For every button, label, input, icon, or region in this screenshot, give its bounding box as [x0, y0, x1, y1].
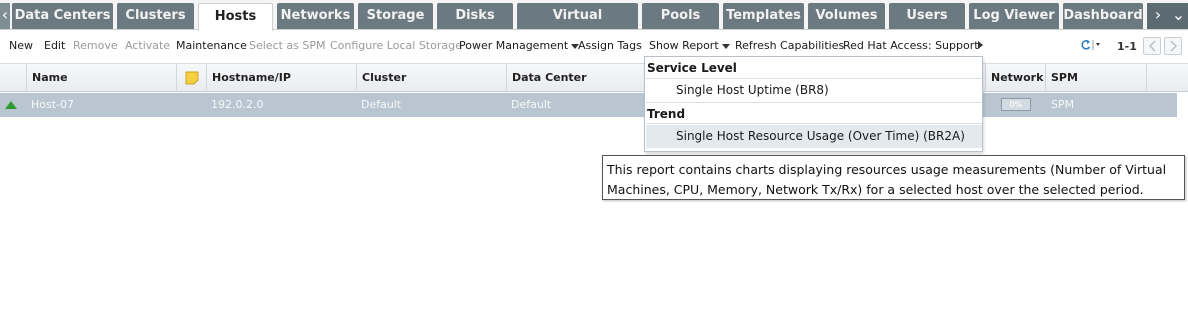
- tab-volumes[interactable]: Volumes: [808, 3, 885, 29]
- chevron-down-icon: [721, 43, 730, 49]
- tab-hosts[interactable]: Hosts: [198, 3, 273, 31]
- tab-clusters[interactable]: Clusters: [117, 3, 194, 29]
- show-report-dropdown: Service Level Single Host Uptime (BR8) T…: [644, 56, 983, 152]
- col-comment[interactable]: [176, 64, 206, 92]
- refresh-capabilities-button[interactable]: Refresh Capabilities: [735, 39, 844, 52]
- tab-virtual-machines[interactable]: Virtual Machines: [517, 3, 638, 49]
- col-hostname[interactable]: Hostname/IP: [206, 64, 356, 92]
- pager-count: 1-1: [1117, 40, 1137, 53]
- network-usage-bar: 0%: [1001, 98, 1031, 111]
- action-toolbar: New Edit Remove Activate Maintenance Sel…: [0, 31, 1188, 61]
- menu-section-service-level: Service Level: [646, 57, 982, 79]
- col-network[interactable]: Network: [985, 64, 1045, 92]
- col-filler: [1146, 64, 1188, 92]
- remove-button[interactable]: Remove: [73, 39, 118, 52]
- cell-datacenter: Default: [511, 98, 552, 111]
- tab-disks[interactable]: Disks: [437, 3, 513, 29]
- tab-users[interactable]: Users: [889, 3, 965, 29]
- pager-prev-button[interactable]: [1143, 37, 1161, 55]
- tab-menu-icon[interactable]: ⌄: [1169, 3, 1188, 29]
- chevron-left-icon: [1148, 40, 1156, 52]
- red-hat-access-support-button[interactable]: Red Hat Access: Support: [843, 39, 979, 52]
- configure-local-storage-button[interactable]: Configure Local Storage: [330, 39, 462, 52]
- col-status[interactable]: [0, 64, 26, 92]
- comment-icon: [185, 71, 199, 85]
- tab-templates[interactable]: Templates: [723, 3, 804, 29]
- tab-scroll-right-icon[interactable]: ›: [1147, 3, 1169, 29]
- new-button[interactable]: New: [9, 39, 33, 52]
- tooltip-line-2: Machines, CPU, Memory, Network Tx/Rx) fo…: [607, 182, 1144, 197]
- toolbar-more-icon[interactable]: [978, 41, 983, 49]
- tab-storage[interactable]: Storage: [358, 3, 433, 29]
- tab-log-viewer[interactable]: Log Viewer: [969, 3, 1059, 29]
- tab-scroll-left-icon[interactable]: ‹: [0, 3, 10, 29]
- main-tab-bar: ‹ Data Centers Clusters Hosts Networks S…: [0, 0, 1188, 49]
- tab-dashboard[interactable]: Dashboard: [1063, 3, 1143, 29]
- show-report-menu[interactable]: Show Report: [649, 39, 730, 52]
- menu-section-trend: Trend: [646, 102, 982, 124]
- col-cluster[interactable]: Cluster: [356, 64, 506, 92]
- tooltip-line-1: This report contains charts displaying r…: [607, 162, 1167, 177]
- table-row[interactable]: Host-07 192.0.2.0 Default Default 0% SPM: [0, 93, 1177, 117]
- menu-item-single-host-uptime[interactable]: Single Host Uptime (BR8): [646, 79, 982, 102]
- tab-data-centers[interactable]: Data Centers: [12, 3, 113, 29]
- hosts-grid-header: Name Hostname/IP Cluster Data Center Net…: [0, 63, 1188, 92]
- edit-button[interactable]: Edit: [44, 39, 65, 52]
- select-as-spm-button[interactable]: Select as SPM: [249, 39, 326, 52]
- cell-name: Host-07: [31, 98, 75, 111]
- show-report-label: Show Report: [649, 39, 719, 52]
- power-management-menu[interactable]: Power Management: [459, 39, 580, 52]
- cell-spm: SPM: [1051, 98, 1075, 111]
- power-management-label: Power Management: [459, 39, 569, 52]
- chevron-right-icon: [1170, 40, 1178, 52]
- tab-pools[interactable]: Pools: [642, 3, 719, 29]
- cell-cluster: Default: [361, 98, 402, 111]
- col-name[interactable]: Name: [26, 64, 176, 92]
- assign-tags-button[interactable]: Assign Tags: [578, 39, 642, 52]
- pager-next-button[interactable]: [1164, 37, 1182, 55]
- col-spm[interactable]: SPM: [1045, 64, 1146, 92]
- menu-item-single-host-resource-usage[interactable]: Single Host Resource Usage (Over Time) (…: [646, 125, 982, 148]
- report-tooltip: This report contains charts displaying r…: [602, 155, 1185, 200]
- tab-networks[interactable]: Networks: [277, 3, 354, 29]
- refresh-icon[interactable]: [1079, 38, 1105, 52]
- cell-hostname: 192.0.2.0: [211, 98, 264, 111]
- col-datacenter[interactable]: Data Center: [506, 64, 646, 92]
- maintenance-button[interactable]: Maintenance: [176, 39, 247, 52]
- status-up-icon: [5, 101, 17, 109]
- activate-button[interactable]: Activate: [125, 39, 170, 52]
